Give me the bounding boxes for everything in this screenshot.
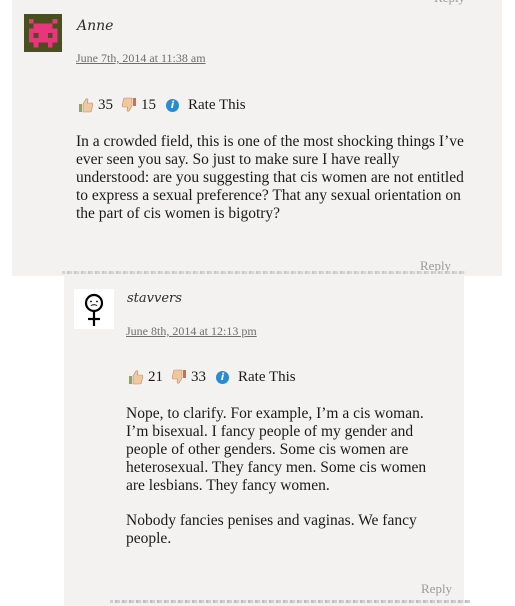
comment-date-link[interactable]: June 8th, 2014 at 12:13 pm <box>126 324 257 339</box>
likes-count: 21 <box>148 368 163 385</box>
rating-bar: 21 33 i Rate This <box>128 365 296 389</box>
likes-count: 35 <box>98 96 113 113</box>
dislikes-count: 33 <box>191 368 206 385</box>
pixel-invader-icon <box>24 14 62 52</box>
avatar[interactable] <box>74 289 114 329</box>
thumbs-up-icon[interactable] <box>78 97 94 113</box>
comment-stavvers: stavvers June 8th, 2014 at 12:13 pm 21 3… <box>62 271 466 606</box>
comment-body: In a crowded field, this is one of the m… <box>76 133 476 235</box>
info-icon[interactable]: i <box>166 98 179 112</box>
rate-this-link[interactable]: Rate This <box>188 97 246 114</box>
thumbs-down-icon[interactable] <box>121 97 137 113</box>
torn-edge-divider <box>110 600 470 603</box>
comment-body: Nope, to clarify. For example, I’m a cis… <box>126 405 444 560</box>
avatar[interactable] <box>24 14 62 52</box>
reply-link[interactable]: Reply <box>421 581 452 597</box>
thumbs-up-icon[interactable] <box>128 369 144 385</box>
comment-author[interactable]: stavvers <box>127 291 182 306</box>
comment-date-link[interactable]: June 7th, 2014 at 11:38 am <box>76 51 206 66</box>
comment-paragraph: In a crowded field, this is one of the m… <box>76 133 464 222</box>
dislikes-count: 15 <box>141 96 156 113</box>
comment-paragraph: Nope, to clarify. For example, I’m a cis… <box>126 405 427 494</box>
rating-bar: 35 15 i Rate This <box>78 93 246 117</box>
comment-anne: Reply Anne June 7th, 2014 at 11:38 am 35 <box>12 0 502 276</box>
comment-paragraph: Nobody fancies penises and vaginas. We f… <box>126 512 417 547</box>
info-icon[interactable]: i <box>216 370 229 384</box>
comment-author[interactable]: Anne <box>77 18 113 34</box>
thumbs-down-icon[interactable] <box>171 369 187 385</box>
reply-link-top-clipped[interactable]: Reply <box>434 0 465 6</box>
rate-this-link[interactable]: Rate This <box>238 369 296 386</box>
venus-symbol-icon <box>74 289 114 329</box>
